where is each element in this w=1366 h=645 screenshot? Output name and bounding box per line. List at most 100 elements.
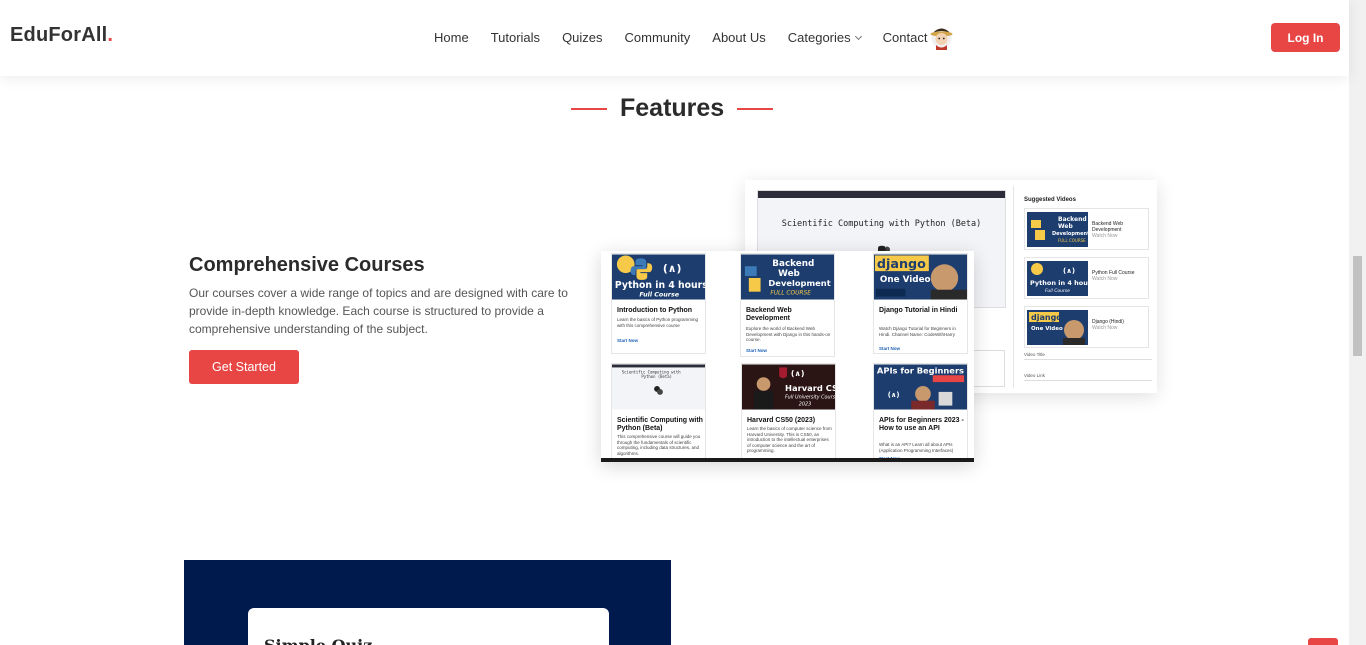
site-header: EduForAll. Home Tutorials Quizes Communi… — [0, 0, 1349, 76]
svg-text:FULL COURSE: FULL COURSE — [770, 291, 811, 297]
python-thumbnail-icon: (∧) Python in 4 hours Full Course — [1027, 261, 1088, 296]
start-now-link[interactable]: Start Now — [617, 338, 638, 343]
course-card[interactable]: Scientific Computing with Python (Beta) … — [611, 363, 706, 461]
main-nav: Home Tutorials Quizes Community About Us… — [434, 30, 949, 45]
suggested-title: Suggested Videos — [1024, 197, 1076, 203]
thumb-title: Python in 4 hours — [615, 280, 705, 291]
features-heading: Features — [571, 94, 774, 123]
nav-categories-label: Categories — [787, 30, 851, 45]
card-description: This comprehensive course will guide you… — [617, 434, 701, 456]
video-title-field[interactable]: Video Title — [1024, 352, 1152, 360]
user-avatar-icon[interactable] — [929, 24, 954, 50]
start-now-link[interactable]: Start Now — [879, 346, 900, 351]
svg-text:Development: Development — [1052, 231, 1088, 237]
svg-text:django: django — [877, 256, 926, 271]
card-description: Watch Django Tutorial for Beginners in H… — [879, 326, 956, 337]
svg-text:Full Course: Full Course — [1045, 288, 1070, 294]
login-button[interactable]: Log In — [1271, 23, 1340, 52]
suggested-item[interactable]: Backend Web Development FULL COURSE Back… — [1024, 208, 1149, 250]
svg-text:(∧): (∧) — [663, 262, 682, 275]
nav-quizes[interactable]: Quizes — [562, 30, 602, 45]
feature-title: Comprehensive Courses — [189, 254, 425, 276]
thumb-subtitle: Full Course — [639, 292, 679, 299]
svg-text:One Video: One Video — [1031, 326, 1063, 332]
back-to-top-button[interactable] — [1308, 638, 1338, 645]
nav-categories-dropdown[interactable]: Categories — [787, 30, 862, 45]
suggested-title-1: Backend Web Development — [1092, 221, 1124, 233]
course-card[interactable]: APIs for Beginners (∧) APIs for Beginner… — [873, 363, 968, 461]
card-title: Django Tutorial in Hindi — [879, 307, 958, 314]
heading-divider-left — [571, 107, 607, 110]
suggested-text: Backend Web Development Watch Now — [1092, 221, 1148, 239]
nav-home[interactable]: Home — [434, 30, 469, 45]
scrollbar-thumb[interactable] — [1353, 256, 1362, 356]
django-thumbnail-icon: django One Video — [1027, 310, 1088, 345]
apis-thumbnail-icon: APIs for Beginners (∧) — [874, 364, 967, 410]
card-title: Backend Web Development — [746, 307, 792, 322]
video-link-field[interactable]: Video Link — [1024, 373, 1152, 381]
suggested-videos-panel: Suggested Videos Backend Web Development… — [1013, 186, 1152, 388]
course-card[interactable]: (∧) Python in 4 hours Full Course Introd… — [611, 253, 706, 354]
svg-text:2023: 2023 — [799, 402, 811, 408]
svg-text:FULL COURSE: FULL COURSE — [1058, 238, 1086, 243]
card-title: Introduction to Python — [617, 307, 693, 314]
svg-text:Harvard CS50: Harvard CS50 — [785, 383, 835, 393]
card-description: Learn the basics of Python programming w… — [617, 317, 699, 328]
suggested-text: Django (Hindi) Watch Now — [1092, 319, 1124, 331]
nav-contact[interactable]: Contact — [883, 30, 928, 45]
video-top-bar — [758, 191, 1005, 198]
svg-text:Full University Course: Full University Course — [785, 395, 835, 401]
django-thumbnail-icon: django One Video — [874, 254, 967, 300]
feature-description: Our courses cover a wide range of topics… — [189, 286, 568, 336]
card-title: APIs for Beginners 2023 - How to use an … — [879, 417, 964, 432]
courses-grid-screenshot: (∧) Python in 4 hours Full Course Introd… — [601, 251, 974, 462]
card-description: What is an API? Learn all about APIs (Ap… — [879, 442, 954, 453]
suggested-item[interactable]: (∧) Python in 4 hours Full Course Python… — [1024, 257, 1149, 299]
nav-community[interactable]: Community — [625, 30, 691, 45]
svg-text:(∧): (∧) — [888, 391, 900, 399]
svg-text:Web: Web — [1058, 223, 1073, 230]
course-card[interactable]: (∧) Harvard CS50 Full University Course … — [741, 363, 836, 462]
start-now-link[interactable]: Start Now — [746, 348, 767, 353]
nav-tutorials[interactable]: Tutorials — [491, 30, 540, 45]
backend-thumbnail-icon: Backend Web Development FULL COURSE — [1027, 212, 1088, 247]
svg-text:(∧): (∧) — [791, 369, 805, 378]
card-description: Explore the world of Backend Web Develop… — [746, 326, 831, 342]
course-card[interactable]: django One Video Django Tutorial in Hind… — [873, 253, 968, 354]
screenshot-bottom-bar — [601, 458, 974, 462]
svg-text:APIs for Beginners: APIs for Beginners — [877, 365, 964, 375]
scientific-computing-thumbnail-icon: Scientific Computing with Python (Beta) — [612, 364, 705, 410]
backend-thumbnail-icon: Backend Web Development FULL COURSE — [741, 254, 834, 300]
suggested-link-3[interactable]: Watch Now — [1092, 325, 1124, 331]
logo-dot: . — [107, 24, 114, 46]
site-logo[interactable]: EduForAll. — [10, 24, 113, 47]
card-title: Scientific Computing with Python (Beta) — [617, 417, 703, 432]
section-title: Features — [620, 94, 725, 122]
get-started-button[interactable]: Get Started — [189, 350, 299, 384]
svg-text:Python (Beta): Python (Beta) — [641, 374, 672, 379]
python-thumbnail-icon: (∧) Python in 4 hours Full Course — [612, 254, 705, 300]
svg-text:One Video: One Video — [880, 275, 931, 285]
quiz-title: Simple Quiz — [264, 636, 372, 645]
suggested-text: Python Full Course Watch Now — [1092, 270, 1135, 282]
svg-text:Backend: Backend — [1058, 216, 1087, 223]
heading-divider-right — [737, 107, 774, 110]
page-scrollbar[interactable] — [1349, 0, 1366, 645]
comment-box — [970, 350, 1005, 387]
svg-text:django: django — [1031, 313, 1062, 322]
nav-about-us[interactable]: About Us — [712, 30, 765, 45]
svg-text:Python in 4 hours: Python in 4 hours — [1030, 279, 1088, 287]
course-card[interactable]: Backend Web Development FULL COURSE Back… — [740, 253, 835, 357]
svg-text:(∧): (∧) — [1063, 267, 1075, 275]
chevron-down-icon — [854, 32, 862, 40]
harvard-cs50-thumbnail-icon: (∧) Harvard CS50 Full University Course … — [742, 364, 835, 410]
suggested-item[interactable]: django One Video Django (Hindi) Watch No… — [1024, 306, 1149, 348]
card-description: Learn the basics of computer science fro… — [747, 426, 832, 453]
card-title: Harvard CS50 (2023) — [747, 417, 816, 424]
suggested-link-1[interactable]: Watch Now — [1092, 233, 1148, 239]
svg-text:Development: Development — [768, 278, 830, 288]
video-heading: Scientific Computing with Python (Beta) — [781, 219, 982, 229]
svg-text:Backend: Backend — [772, 259, 814, 269]
logo-text: EduForAll — [10, 24, 108, 46]
suggested-link-2[interactable]: Watch Now — [1092, 276, 1135, 282]
